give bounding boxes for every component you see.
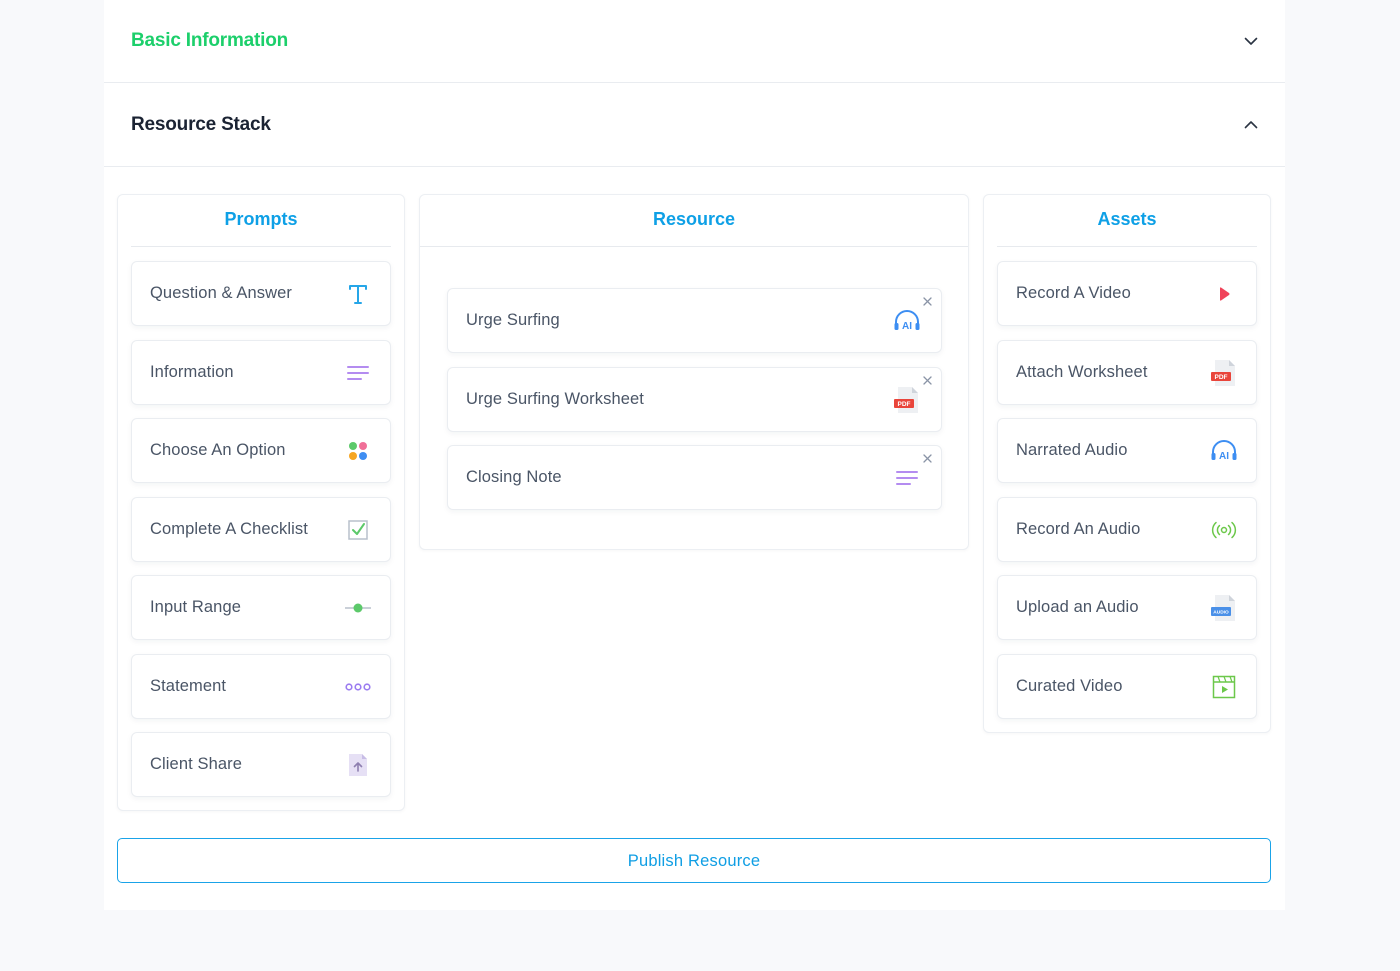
prompt-label: Input Range [150, 598, 242, 616]
lines-icon [893, 464, 921, 492]
file-upload-icon [344, 751, 372, 779]
checkbox-icon [344, 516, 372, 544]
assets-column-title: Assets [997, 195, 1257, 247]
video-clip-icon [1210, 673, 1238, 701]
asset-label: Narrated Audio [1016, 441, 1128, 459]
resource-item-closing-note[interactable]: Closing Note [447, 445, 942, 510]
prompt-information[interactable]: Information [131, 340, 391, 405]
asset-record-a-video[interactable]: Record A Video [997, 261, 1257, 326]
prompt-choose-an-option[interactable]: Choose An Option [131, 418, 391, 483]
prompt-statement[interactable]: Statement [131, 654, 391, 719]
remove-item-close-icon[interactable] [921, 374, 933, 386]
prompt-label: Information [150, 363, 234, 381]
asset-label: Curated Video [1016, 677, 1123, 695]
broadcast-icon [1210, 516, 1238, 544]
pdf-file-icon: PDF [893, 386, 921, 414]
asset-curated-video[interactable]: Curated Video [997, 654, 1257, 719]
resource-item-urge-surfing[interactable]: Urge Surfing AI [447, 288, 942, 353]
resource-item-urge-surfing-worksheet[interactable]: Urge Surfing Worksheet PDF [447, 367, 942, 432]
ai-badge-text: AI [1219, 451, 1229, 462]
ai-badge-text: AI [902, 321, 912, 332]
lines-icon [344, 359, 372, 387]
prompt-label: Complete A Checklist [150, 520, 308, 538]
resource-item-label: Closing Note [466, 468, 562, 486]
accordion-basic-information[interactable]: Basic Information [104, 0, 1285, 83]
asset-record-an-audio[interactable]: Record An Audio [997, 497, 1257, 562]
asset-label: Record An Audio [1016, 520, 1141, 538]
audio-badge-text: AUDIO [1213, 609, 1229, 615]
prompt-complete-a-checklist[interactable]: Complete A Checklist [131, 497, 391, 562]
prompt-label: Statement [150, 677, 227, 695]
accordion-resource-stack[interactable]: Resource Stack [104, 83, 1285, 167]
remove-item-close-icon[interactable] [921, 295, 933, 307]
prompt-label: Choose An Option [150, 441, 286, 459]
pdf-badge-text: PDF [1215, 374, 1228, 381]
prompt-input-range[interactable]: Input Range [131, 575, 391, 640]
ellipsis-icon [344, 673, 372, 701]
asset-label: Attach Worksheet [1016, 363, 1148, 381]
audio-file-icon: AUDIO [1210, 594, 1238, 622]
prompt-label: Question & Answer [150, 284, 293, 302]
slider-icon [344, 594, 372, 622]
asset-label: Record A Video [1016, 284, 1131, 302]
remove-item-close-icon[interactable] [921, 452, 933, 464]
prompt-label: Client Share [150, 755, 242, 773]
dots-grid-icon [344, 437, 372, 465]
record-video-icon [1210, 280, 1238, 308]
prompt-client-share[interactable]: Client Share [131, 732, 391, 797]
publish-resource-button[interactable]: Publish Resource [117, 838, 1271, 883]
asset-attach-worksheet[interactable]: Attach Worksheet PDF [997, 340, 1257, 405]
chevron-down-icon[interactable] [1243, 33, 1259, 49]
pdf-badge-text: PDF [898, 401, 911, 408]
text-t-icon [344, 280, 372, 308]
pdf-file-icon: PDF [1210, 359, 1238, 387]
chevron-up-icon[interactable] [1243, 117, 1259, 133]
resource-item-label: Urge Surfing Worksheet [466, 390, 644, 408]
asset-label: Upload an Audio [1016, 598, 1139, 616]
asset-upload-an-audio[interactable]: Upload an Audio AUDIO [997, 575, 1257, 640]
asset-narrated-audio[interactable]: Narrated Audio AI [997, 418, 1257, 483]
ai-headphones-icon: AI [1210, 437, 1238, 465]
prompts-column-title: Prompts [131, 195, 391, 247]
resource-column-title: Resource [420, 195, 968, 247]
prompt-question-answer[interactable]: Question & Answer [131, 261, 391, 326]
accordion-resource-stack-title: Resource Stack [131, 113, 271, 135]
accordion-basic-information-title: Basic Information [131, 30, 289, 51]
resource-item-label: Urge Surfing [466, 311, 560, 329]
ai-headphones-icon: AI [893, 307, 921, 335]
